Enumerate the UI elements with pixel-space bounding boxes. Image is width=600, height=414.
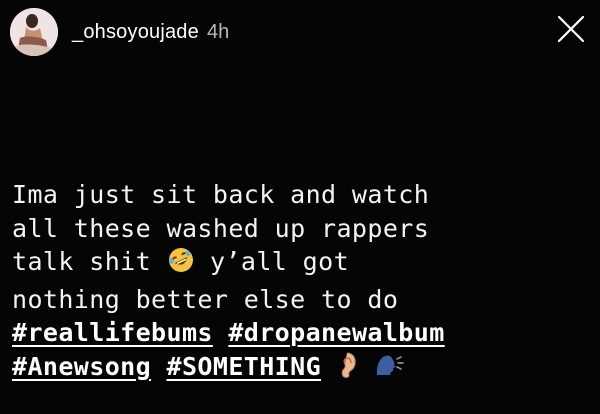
hashtag-link[interactable]: #reallifebums — [12, 318, 213, 347]
ear-emoji-icon — [336, 351, 358, 388]
caption-line-1: Ima just sit back and watch — [12, 180, 430, 209]
speaking-head-emoji-icon — [374, 351, 404, 388]
caption-line-6: #Anewsong #SOMETHING — [12, 350, 592, 388]
story-caption: Ima just sit back and watch all these wa… — [12, 178, 592, 387]
caption-line-5: #reallifebums #dropanewalbum — [12, 316, 592, 350]
caption-line-4: nothing better else to do — [12, 284, 399, 314]
hashtag-link[interactable]: #dropanewalbum — [228, 318, 444, 347]
story-username[interactable]: _ohsoyoujade — [72, 21, 199, 44]
close-icon[interactable] — [556, 14, 586, 44]
rolling-on-floor-laughing-emoji-icon — [167, 246, 195, 283]
caption-line-3: talk shit y’all got — [12, 245, 592, 283]
profile-photo-icon — [10, 8, 58, 56]
story-viewer: _ohsoyoujade 4h Ima just sit back and wa… — [0, 0, 600, 414]
caption-line-3-rest: y’all got — [209, 247, 350, 276]
hashtag-link[interactable]: #SOMETHING — [167, 352, 322, 381]
story-timestamp: 4h — [206, 20, 230, 43]
caption-line-3-text: talk shit — [12, 247, 152, 276]
caption-line-2: all these washed up rappers — [12, 213, 430, 243]
story-header: _ohsoyoujade 4h — [10, 6, 229, 58]
hashtag-link[interactable]: #Anewsong — [12, 352, 151, 381]
avatar[interactable] — [10, 8, 58, 56]
